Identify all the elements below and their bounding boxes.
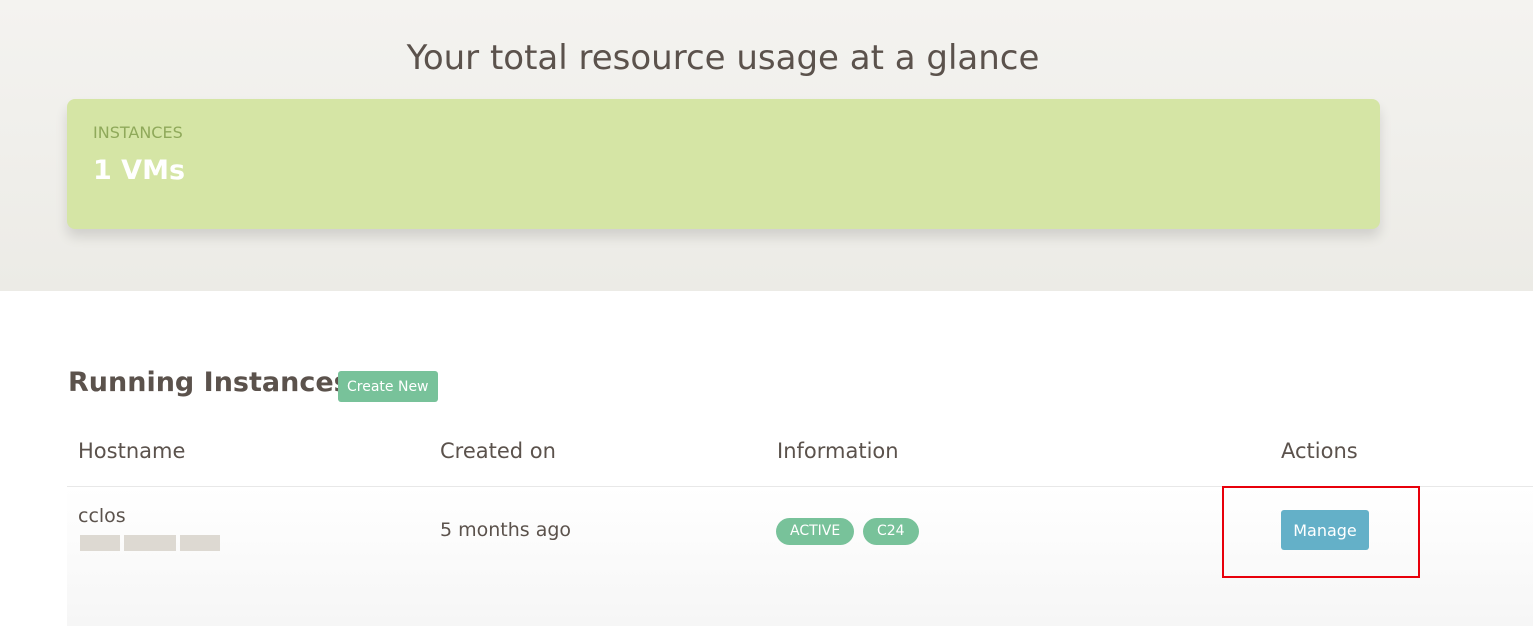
summary-label: INSTANCES <box>93 123 183 142</box>
instances-summary-card: INSTANCES 1 VMs <box>67 99 1380 229</box>
status-badge: ACTIVE <box>776 518 855 545</box>
column-actions: Actions <box>1281 439 1358 463</box>
summary-value: 1 VMs <box>93 155 186 186</box>
running-instances-section: Running Instances Create New Hostname Cr… <box>0 291 1533 626</box>
redacted-ip-address <box>80 535 220 551</box>
column-hostname: Hostname <box>78 439 186 463</box>
section-title: Running Instances <box>68 367 350 398</box>
hostname: cclos <box>78 505 126 527</box>
plan-badge: C24 <box>863 518 919 545</box>
column-information: Information <box>777 439 899 463</box>
column-created-on: Created on <box>440 439 556 463</box>
created-on: 5 months ago <box>440 519 572 541</box>
page-title: Your total resource usage at a glance <box>406 38 1040 78</box>
usage-header: Your total resource usage at a glance IN… <box>0 0 1533 291</box>
manage-button[interactable]: Manage <box>1281 510 1369 550</box>
table-row: cclos 5 months ago ACTIVE C24 Manage <box>67 486 1533 626</box>
create-new-button[interactable]: Create New <box>338 371 438 402</box>
